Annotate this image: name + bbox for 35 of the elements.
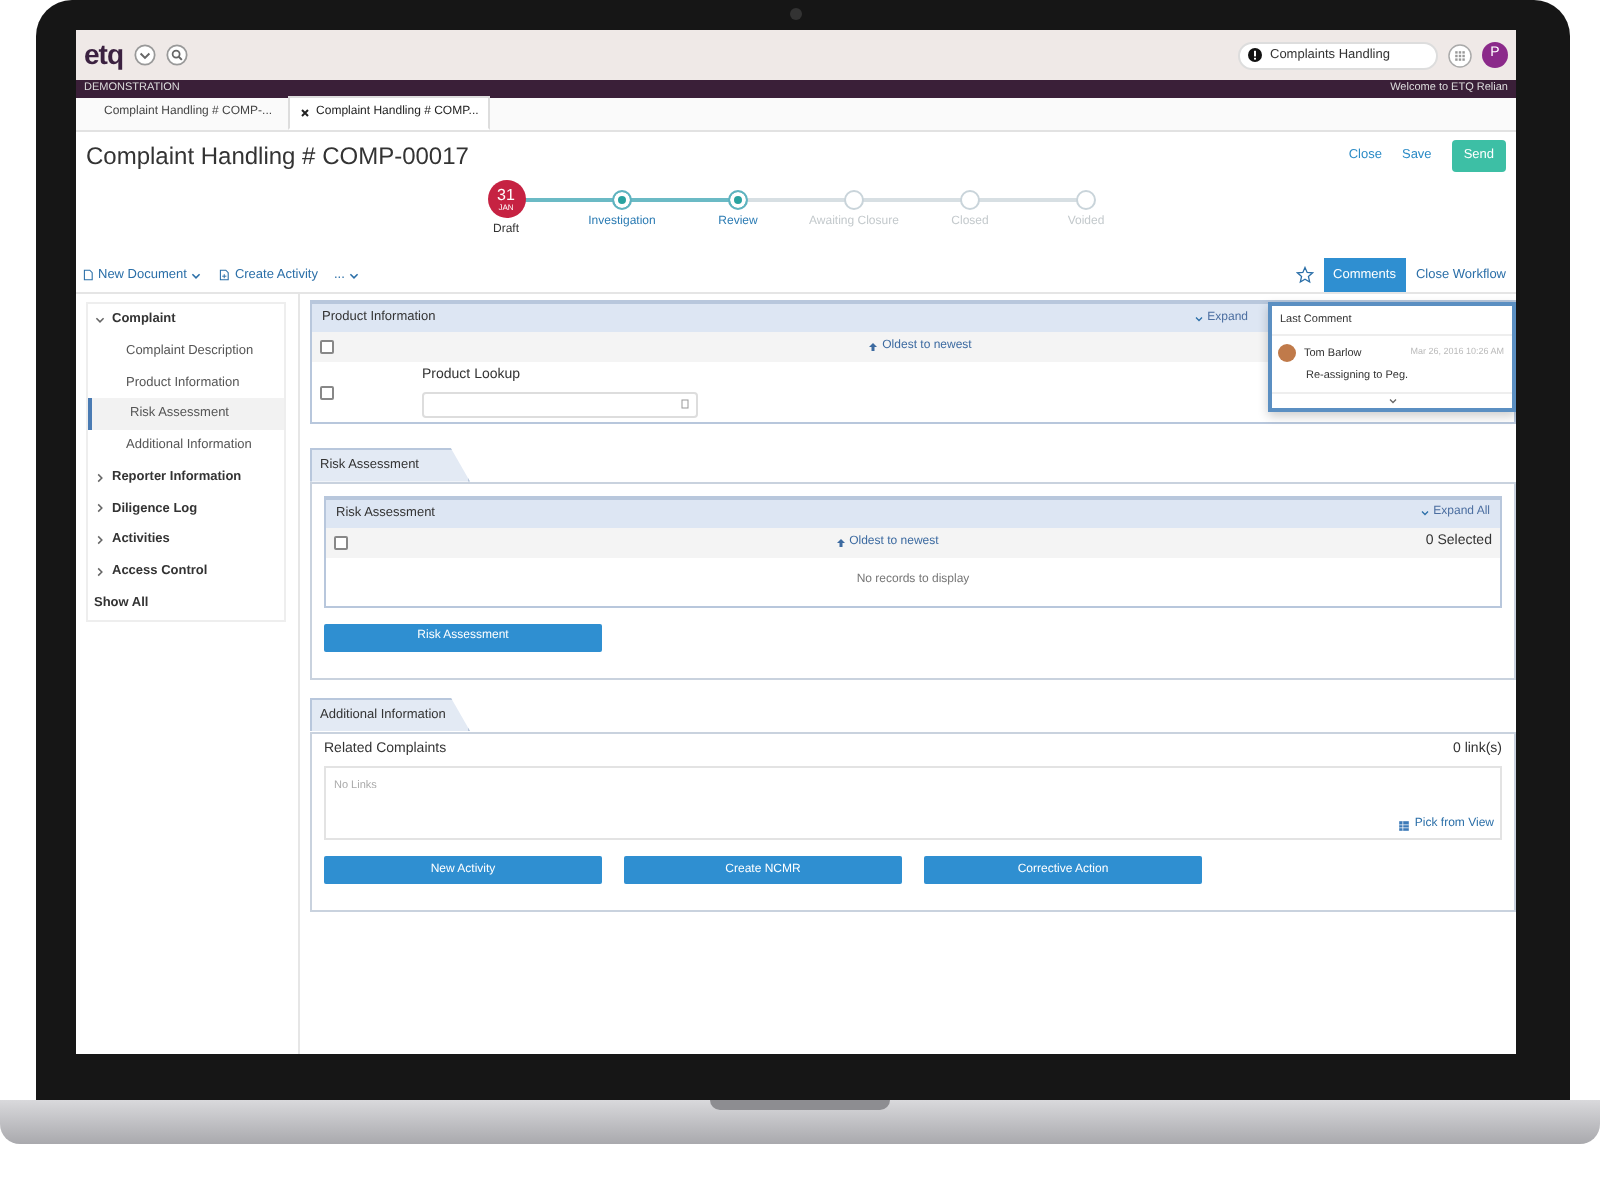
caret-icon xyxy=(1193,313,1204,323)
lookup-field[interactable] xyxy=(422,391,698,418)
document-icon xyxy=(82,268,94,282)
chevron-right-icon xyxy=(94,565,106,578)
star-icon[interactable] xyxy=(1295,266,1314,284)
page-title: Complaint Handling # COMP-00017 xyxy=(86,141,469,171)
arrow-up-icon xyxy=(868,342,879,352)
caret-icon xyxy=(190,269,203,281)
chevron-right-icon xyxy=(94,534,106,547)
checkbox[interactable] xyxy=(334,535,348,550)
step-dot xyxy=(1076,190,1096,210)
chevron-right-icon xyxy=(94,471,106,484)
grid-icon[interactable] xyxy=(1448,43,1472,67)
step-dot xyxy=(728,190,748,210)
avatar-icon xyxy=(1278,344,1296,363)
step-dot xyxy=(612,190,632,210)
arrow-up-icon xyxy=(835,537,846,548)
search-icon[interactable] xyxy=(165,44,187,66)
close-icon[interactable] xyxy=(300,108,311,118)
lookup-icon[interactable] xyxy=(680,398,690,411)
alert-icon xyxy=(1248,48,1262,62)
logo[interactable]: etq xyxy=(84,34,123,76)
chevron-down-icon[interactable] xyxy=(133,44,155,66)
chevron-down-icon xyxy=(94,313,106,326)
checkbox[interactable] xyxy=(320,340,334,354)
chevron-down-icon[interactable] xyxy=(1387,395,1397,405)
step-dot xyxy=(844,190,864,210)
checkbox[interactable] xyxy=(320,385,334,399)
document-icon xyxy=(218,268,231,282)
caret-icon xyxy=(348,269,361,281)
step-dot xyxy=(960,190,980,210)
camera-icon xyxy=(790,8,802,20)
caret-icon xyxy=(1419,508,1430,519)
chevron-right-icon xyxy=(94,502,106,515)
table-icon xyxy=(1398,819,1411,831)
